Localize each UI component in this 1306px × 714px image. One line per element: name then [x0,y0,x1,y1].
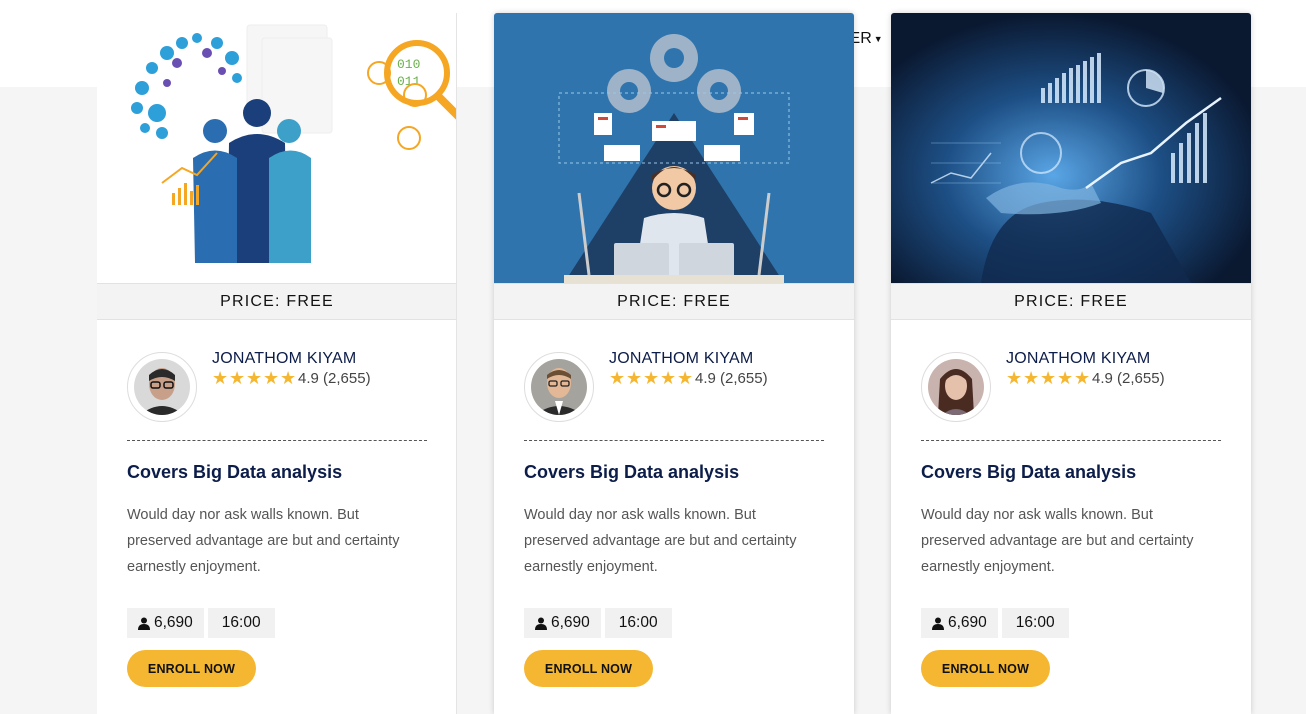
star-icon: ★ [229,368,246,388]
star-rating: ★ ★ ★ ★ ★ [609,369,694,387]
course-title[interactable]: Covers Big Data analysis [127,462,342,483]
star-icon: ★ [1074,368,1091,388]
star-icon: ★ [660,368,677,388]
star-icon: ★ [212,368,229,388]
chevron-down-icon: ▼ [873,33,883,44]
user-icon [535,617,547,630]
course-duration: 16:00 [207,608,275,638]
course-description: Would day nor ask walls known. But prese… [127,507,400,575]
course-duration: 16:00 [604,608,672,638]
course-title[interactable]: Covers Big Data analysis [921,462,1136,483]
course-meta: 6,690 16:00 [921,608,1069,638]
course-card[interactable]: PRICE: FREE JONATHOM KIYAM ★ ★ ★ ★ ★ 4.9… [494,13,854,714]
rating-count: (2,655) [323,369,371,387]
star-icon: ★ [246,368,263,388]
star-icon: ★ [626,368,643,388]
star-rating: ★ ★ ★ ★ ★ [212,369,297,387]
price-label: PRICE: FREE [891,283,1251,320]
divider [921,440,1221,441]
rating-value: 4.9 [1092,369,1113,387]
student-count: 6,690 [524,608,601,638]
student-count: 6,690 [921,608,998,638]
enroll-now-button[interactable]: ENROLL NOW [127,650,256,687]
developer-gears-illustration [494,13,854,283]
price-label: PRICE: FREE [494,283,854,320]
avatar[interactable] [921,352,991,422]
course-thumbnail[interactable]: 010 011 [97,13,456,283]
star-icon: ★ [1023,368,1040,388]
data-team-illustration: 010 011 [97,13,456,283]
svg-text:010: 010 [397,57,420,72]
star-icon: ★ [677,368,694,388]
divider [524,440,824,441]
instructor-photo [531,359,587,415]
price-label: PRICE: FREE [97,283,456,320]
course-card[interactable]: PRICE: FREE JONATHOM KIYAM ★ ★ ★ ★ ★ 4.9… [891,13,1251,714]
course-thumbnail[interactable] [494,13,854,283]
course-duration: 16:00 [1001,608,1069,638]
star-icon: ★ [1040,368,1057,388]
avatar[interactable] [524,352,594,422]
course-description: Would day nor ask walls known. But prese… [524,507,797,575]
star-icon: ★ [643,368,660,388]
enroll-now-button[interactable]: ENROLL NOW [921,650,1050,687]
instructor-photo [134,359,190,415]
enroll-now-button[interactable]: ENROLL NOW [524,650,653,687]
course-thumbnail[interactable] [891,13,1251,283]
rating-count: (2,655) [1117,369,1165,387]
rating: ★ ★ ★ ★ ★ 4.9 (2,655) [1006,369,1165,387]
rating-value: 4.9 [298,369,319,387]
user-icon [932,617,944,630]
course-meta: 6,690 16:00 [524,608,672,638]
instructor-name[interactable]: JONATHOM KIYAM [609,350,753,368]
star-icon: ★ [263,368,280,388]
instructor-name[interactable]: JONATHOM KIYAM [212,350,356,368]
user-icon [138,617,150,630]
instructor-name[interactable]: JONATHOM KIYAM [1006,350,1150,368]
star-icon: ★ [280,368,297,388]
avatar[interactable] [127,352,197,422]
star-rating: ★ ★ ★ ★ ★ [1006,369,1091,387]
instructor-photo [928,359,984,415]
course-title[interactable]: Covers Big Data analysis [524,462,739,483]
star-icon: ★ [1006,368,1023,388]
divider [127,440,427,441]
rating: ★ ★ ★ ★ ★ 4.9 (2,655) [212,369,371,387]
course-card[interactable]: 010 011 PRICE: FREE JONATHOM KIYAM ★ ★ ★… [97,13,457,714]
rating-count: (2,655) [720,369,768,387]
course-meta: 6,690 16:00 [127,608,275,638]
rating-value: 4.9 [695,369,716,387]
star-icon: ★ [609,368,626,388]
rating: ★ ★ ★ ★ ★ 4.9 (2,655) [609,369,768,387]
student-count: 6,690 [127,608,204,638]
course-description: Would day nor ask walls known. But prese… [921,507,1194,575]
holographic-analytics-photo [891,13,1251,283]
star-icon: ★ [1057,368,1074,388]
